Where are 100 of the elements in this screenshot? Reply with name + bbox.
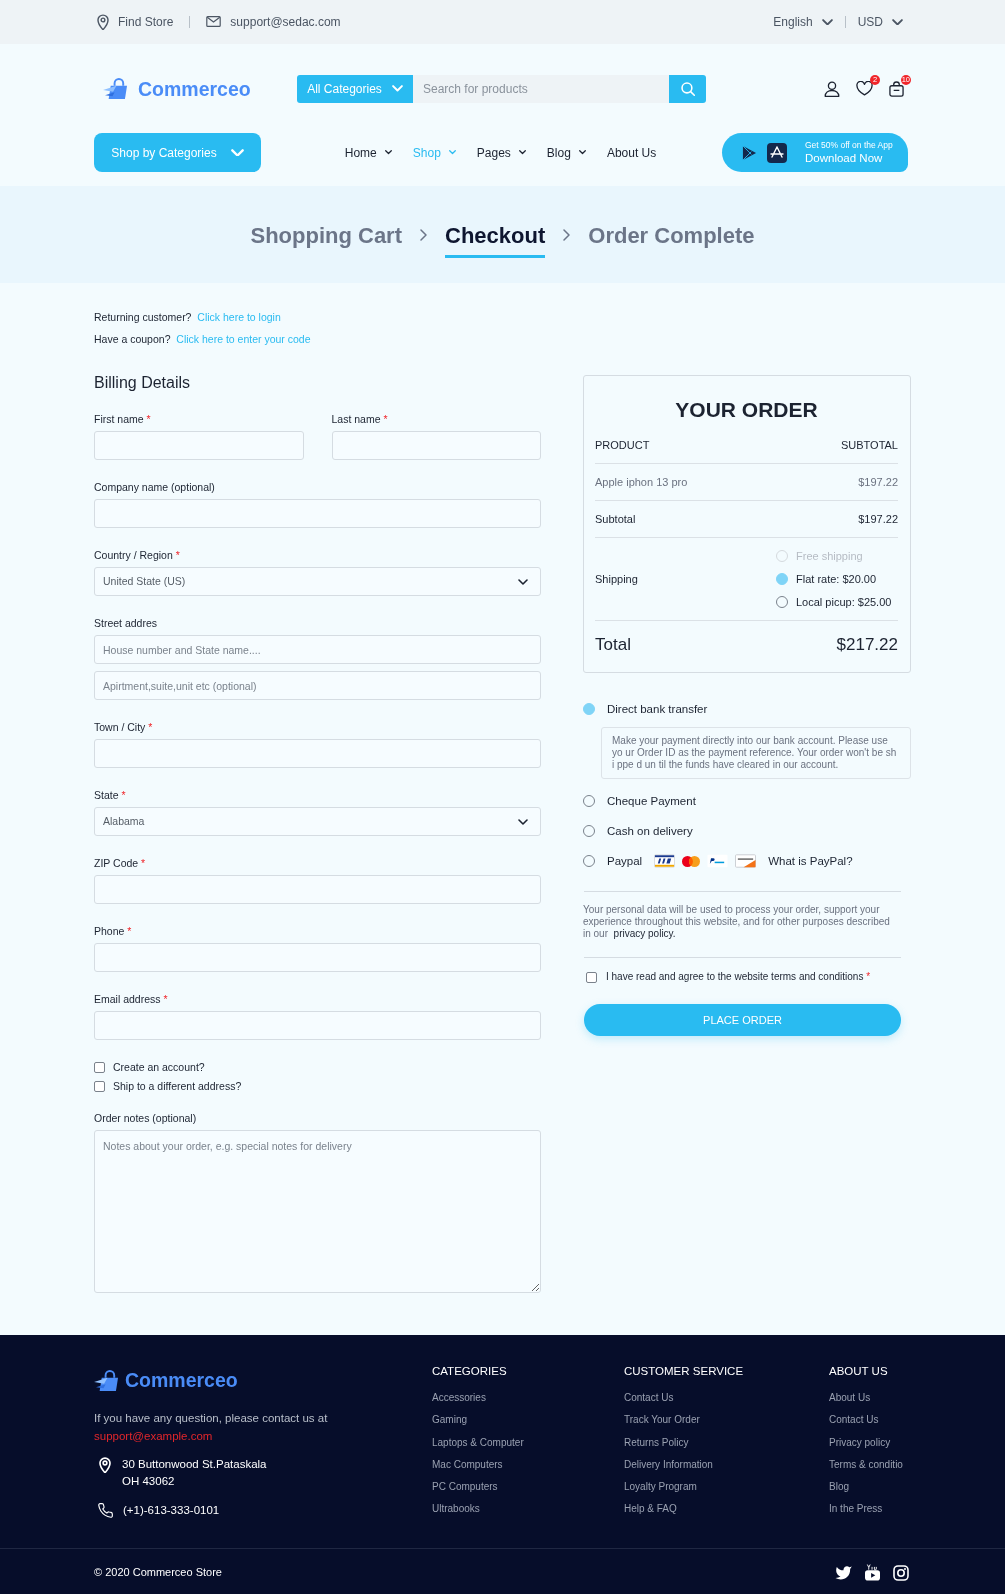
logo-text[interactable]: Commerceo — [125, 1368, 238, 1392]
order-title: YOUR ORDER — [674, 397, 819, 423]
option-label: Cash on delivery — [607, 824, 693, 839]
checkbox[interactable] — [586, 971, 597, 983]
chevron-down-icon — [518, 578, 528, 585]
footer-link[interactable]: Contact Us — [624, 1391, 829, 1405]
radio-button[interactable] — [776, 573, 788, 585]
option-label: Flat rate: $20.00 — [796, 572, 877, 587]
column-header: PRODUCT — [595, 438, 650, 453]
input-field[interactable]: Apirtment,suite,unit etc (optional) — [94, 671, 541, 700]
shopping-bag-icon[interactable] — [889, 80, 904, 97]
option-label: Paypal — [607, 854, 643, 869]
section-title: Billing Details — [94, 373, 192, 393]
chevron-down-icon — [892, 18, 903, 26]
checkout-step[interactable]: Checkout — [445, 221, 546, 258]
footer-heading: CUSTOMER SERVICE — [624, 1364, 745, 1378]
location-pin-icon — [99, 1457, 111, 1474]
select-field[interactable]: United State (US) — [94, 567, 541, 596]
checkout-step[interactable]: Order Complete — [588, 221, 755, 258]
field-label: First name * — [94, 412, 152, 426]
location-pin-icon — [97, 13, 109, 31]
nav-link[interactable]: Pages — [476, 145, 526, 160]
footer-link[interactable]: Contact Us — [829, 1413, 911, 1428]
field-label: Last name * — [331, 412, 389, 426]
input-field[interactable] — [94, 875, 541, 904]
footer-heading: ABOUT US — [829, 1364, 889, 1378]
dropdown-button[interactable]: USD — [857, 15, 903, 29]
privacy-link[interactable]: privacy policy. — [613, 928, 676, 939]
search-button[interactable] — [669, 74, 706, 103]
checkbox-label: Ship to a different address? — [113, 1079, 242, 1093]
nav-link[interactable]: Home — [344, 145, 392, 160]
footer-link[interactable]: Privacy policy — [829, 1435, 911, 1450]
footer-link[interactable]: PC Computers — [432, 1480, 624, 1495]
logo-icon[interactable] — [94, 1368, 121, 1392]
bird-icon[interactable] — [835, 1565, 852, 1580]
phone-icon — [98, 1502, 113, 1518]
user-icon[interactable] — [824, 80, 840, 97]
footer-link[interactable]: Delivery Information — [624, 1457, 829, 1472]
footer-link[interactable]: Terms & conditio — [829, 1457, 911, 1472]
card-logo-icon — [654, 854, 676, 868]
subtotal-label: Subtotal — [595, 512, 636, 527]
mail-icon — [206, 16, 222, 28]
footer-link[interactable]: Track Your Order — [624, 1413, 829, 1428]
footer-link[interactable]: Returns Policy — [624, 1435, 829, 1450]
input-field[interactable] — [331, 431, 541, 460]
info-link[interactable]: What is PayPal? — [768, 853, 853, 869]
input-field[interactable]: House number and State name.... — [94, 635, 541, 664]
total-value: $217.22 — [836, 634, 898, 656]
footer-heading: CATEGORIES — [432, 1364, 508, 1378]
dropdown-button[interactable]: English — [773, 15, 833, 29]
total-label: Total — [595, 634, 631, 656]
footer-link[interactable]: Gaming — [432, 1413, 624, 1428]
chevron-down-icon — [821, 18, 833, 26]
field-label: State * — [94, 788, 127, 802]
footer-link[interactable]: Blog — [829, 1480, 911, 1495]
notice-text: Have a coupon? Click here to enter your code — [94, 332, 312, 346]
footer-link[interactable]: Help & FAQ — [624, 1502, 829, 1517]
camera-icon[interactable] — [893, 1564, 909, 1581]
footer-link[interactable]: Laptops & Computer — [432, 1435, 624, 1450]
nav-link[interactable]: Blog — [546, 145, 586, 160]
triangle-play-icon — [742, 144, 757, 161]
input-field[interactable] — [94, 499, 541, 528]
footer-link[interactable]: Mac Computers — [432, 1457, 624, 1472]
product-name: Apple iphon 13 pro — [595, 475, 688, 490]
store-link[interactable]: Find Store — [97, 13, 174, 31]
notes-field[interactable]: Notes about your order, e.g. special notes for delivery — [94, 1130, 541, 1293]
chevron-right-icon — [420, 228, 427, 241]
select-field[interactable]: Alabama — [94, 807, 541, 836]
checkout-step[interactable]: Shopping Cart — [250, 221, 402, 258]
chevron-right-icon — [563, 228, 571, 241]
footer-link[interactable]: Accessories — [432, 1391, 624, 1405]
video-play-icon[interactable] — [865, 1564, 880, 1581]
input-field[interactable] — [94, 431, 304, 460]
nav-link[interactable]: About Us — [606, 145, 657, 160]
email-link[interactable]: support@example.com — [94, 1430, 213, 1442]
card-logo-icon — [682, 855, 701, 867]
privacy-text: Your personal data will be used to process your order, support your experience throughout this website, and for other purposes described in our privacy policy. — [583, 904, 891, 940]
footer-link[interactable]: About Us — [829, 1391, 911, 1405]
input-field[interactable] — [94, 1011, 541, 1040]
checkbox-label: I have read and agree to the website terms and conditions * — [606, 970, 871, 984]
address-text: 30 Buttonwood St.Pataskala OH 43062 — [122, 1457, 267, 1489]
column-header: SUBTOTAL — [840, 438, 898, 453]
input-field[interactable] — [94, 943, 541, 972]
checkbox[interactable] — [94, 1061, 105, 1073]
field-label: Phone * — [94, 924, 133, 938]
footer-link[interactable]: Ultrabooks — [432, 1502, 624, 1517]
field-label: ZIP Code * — [94, 856, 147, 870]
email-link[interactable]: support@sedac.com — [206, 15, 341, 29]
field-label: Order notes (optional) — [94, 1111, 198, 1125]
footer-link[interactable]: In the Press — [829, 1502, 911, 1517]
copyright-text: © 2020 Commerceo Store — [94, 1565, 222, 1581]
search-field[interactable]: Search for products — [413, 74, 669, 103]
heart-icon[interactable] — [856, 81, 873, 96]
radio-button[interactable] — [583, 703, 595, 715]
checkbox[interactable] — [94, 1080, 105, 1092]
option-label: Direct bank transfer — [607, 702, 708, 717]
shipping-label: Shipping — [595, 572, 638, 587]
footer-link[interactable]: Loyalty Program — [624, 1480, 829, 1495]
option-label: Cheque Payment — [607, 794, 696, 809]
input-field[interactable] — [94, 739, 541, 768]
